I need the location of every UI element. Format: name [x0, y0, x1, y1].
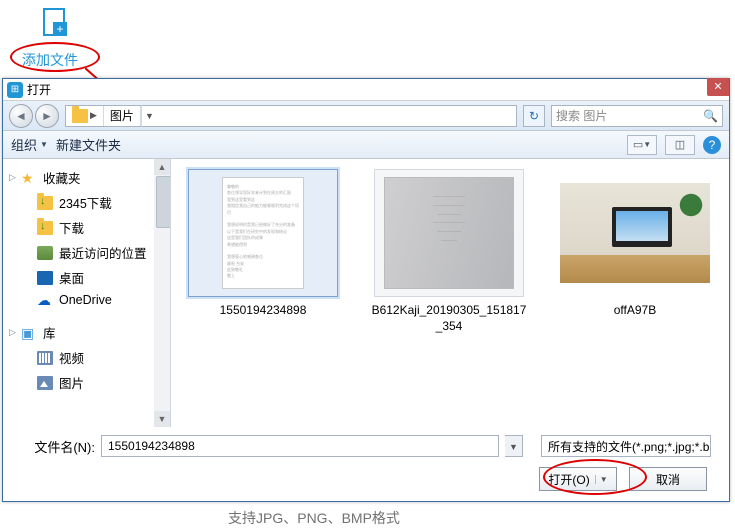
- search-icon: 🔍: [703, 109, 718, 123]
- cancel-button[interactable]: 取消: [629, 467, 707, 491]
- recent-icon: [37, 246, 53, 260]
- app-icon: ⊞: [7, 82, 23, 98]
- collapse-icon: ▷: [9, 327, 16, 338]
- view-mode-button[interactable]: ▭ ▼: [627, 135, 657, 155]
- breadcrumb-dropdown[interactable]: ▼: [141, 105, 157, 127]
- file-list: 尊敬的各位领导您好本来计划在周五的汇报我到这里看到这我相信我自己的能力能够顺利完…: [171, 159, 729, 427]
- footer-hint: 支持JPG、PNG、BMP格式: [228, 508, 400, 528]
- sidebar-group-libraries[interactable]: ▷▣库: [3, 320, 170, 345]
- sidebar-scrollbar[interactable]: ▲ ▼: [154, 159, 170, 427]
- dialog-title: 打开: [27, 81, 51, 98]
- close-button[interactable]: ✕: [707, 78, 729, 96]
- sidebar-group-favorites[interactable]: ▷★收藏夹: [3, 165, 170, 190]
- titlebar: ⊞ 打开 ✕: [3, 79, 729, 101]
- add-file-label[interactable]: 添加文件: [22, 50, 78, 70]
- open-file-dialog: ⊞ 打开 ✕ ◄ ► ▶ 图片 ▼ ↻ 搜索 图片 🔍 组织▼ 新建文件夹 ▭ …: [2, 78, 730, 502]
- desktop-icon: [37, 271, 53, 285]
- toolbar: 组织▼ 新建文件夹 ▭ ▼ ◫ ?: [3, 131, 729, 159]
- dialog-bottom: 文件名(N): ▼ 所有支持的文件(*.png;*.jpg;*.b▼ 打开(O)…: [3, 427, 729, 499]
- file-item[interactable]: ————————————————————————————————————————…: [369, 169, 529, 334]
- split-dropdown-icon[interactable]: ▼: [595, 475, 608, 484]
- collapse-icon: ▷: [9, 172, 16, 183]
- folder-icon: [72, 109, 88, 123]
- add-file-icon[interactable]: +: [38, 6, 70, 38]
- search-input[interactable]: 搜索 图片 🔍: [551, 105, 723, 127]
- chevron-down-icon: ▼: [40, 140, 48, 149]
- sidebar-item-pictures[interactable]: 图片: [3, 370, 170, 395]
- refresh-button[interactable]: ↻: [523, 105, 545, 127]
- download-folder-icon: [37, 221, 53, 235]
- sidebar-item-2345[interactable]: 2345下载: [3, 190, 170, 215]
- filename-input[interactable]: [101, 435, 499, 457]
- file-name: B612Kaji_20190305_151817_354: [369, 303, 529, 334]
- organize-button[interactable]: 组织▼: [11, 135, 48, 154]
- file-thumbnail: [560, 183, 710, 283]
- library-icon: ▣: [21, 326, 37, 340]
- open-button[interactable]: 打开(O)▼: [539, 467, 617, 491]
- file-thumbnail: 尊敬的各位领导您好本来计划在周五的汇报我到这里看到这我相信我自己的能力能够顺利完…: [222, 177, 304, 289]
- onedrive-icon: ☁: [37, 293, 53, 307]
- filetype-filter[interactable]: 所有支持的文件(*.png;*.jpg;*.b▼: [541, 435, 711, 457]
- scrollbar-thumb[interactable]: [156, 176, 171, 228]
- sidebar: ▷★收藏夹 2345下载 下载 最近访问的位置 桌面 ☁OneDrive ▷▣库…: [3, 159, 171, 427]
- preview-pane-button[interactable]: ◫: [665, 135, 695, 155]
- help-button[interactable]: ?: [703, 136, 721, 154]
- search-placeholder: 搜索 图片: [556, 107, 607, 124]
- filename-dropdown[interactable]: ▼: [505, 435, 523, 457]
- file-item[interactable]: offA97B: [555, 169, 715, 319]
- breadcrumb[interactable]: ▶ 图片 ▼: [65, 105, 517, 127]
- forward-button[interactable]: ►: [35, 104, 59, 128]
- nav-row: ◄ ► ▶ 图片 ▼ ↻ 搜索 图片 🔍: [3, 101, 729, 131]
- file-item[interactable]: 尊敬的各位领导您好本来计划在周五的汇报我到这里看到这我相信我自己的能力能够顺利完…: [183, 169, 343, 319]
- sidebar-item-recent[interactable]: 最近访问的位置: [3, 240, 170, 265]
- sidebar-item-desktop[interactable]: 桌面: [3, 265, 170, 290]
- scroll-down-icon[interactable]: ▼: [154, 411, 170, 427]
- new-folder-button[interactable]: 新建文件夹: [56, 135, 121, 154]
- video-icon: [37, 351, 53, 365]
- file-name: offA97B: [555, 303, 715, 319]
- sidebar-item-video[interactable]: 视频: [3, 345, 170, 370]
- sidebar-item-onedrive[interactable]: ☁OneDrive: [3, 290, 170, 310]
- filename-label: 文件名(N):: [21, 437, 95, 456]
- folder-icon: [37, 196, 53, 210]
- picture-icon: [37, 376, 53, 390]
- sidebar-item-downloads[interactable]: 下载: [3, 215, 170, 240]
- star-icon: ★: [21, 171, 37, 185]
- back-button[interactable]: ◄: [9, 104, 33, 128]
- scroll-up-icon[interactable]: ▲: [154, 159, 170, 175]
- file-thumbnail: ————————————————————————————————————————: [384, 177, 514, 289]
- file-name: 1550194234898: [183, 303, 343, 319]
- chevron-down-icon: ▼: [709, 441, 711, 451]
- breadcrumb-segment: 图片: [110, 107, 134, 124]
